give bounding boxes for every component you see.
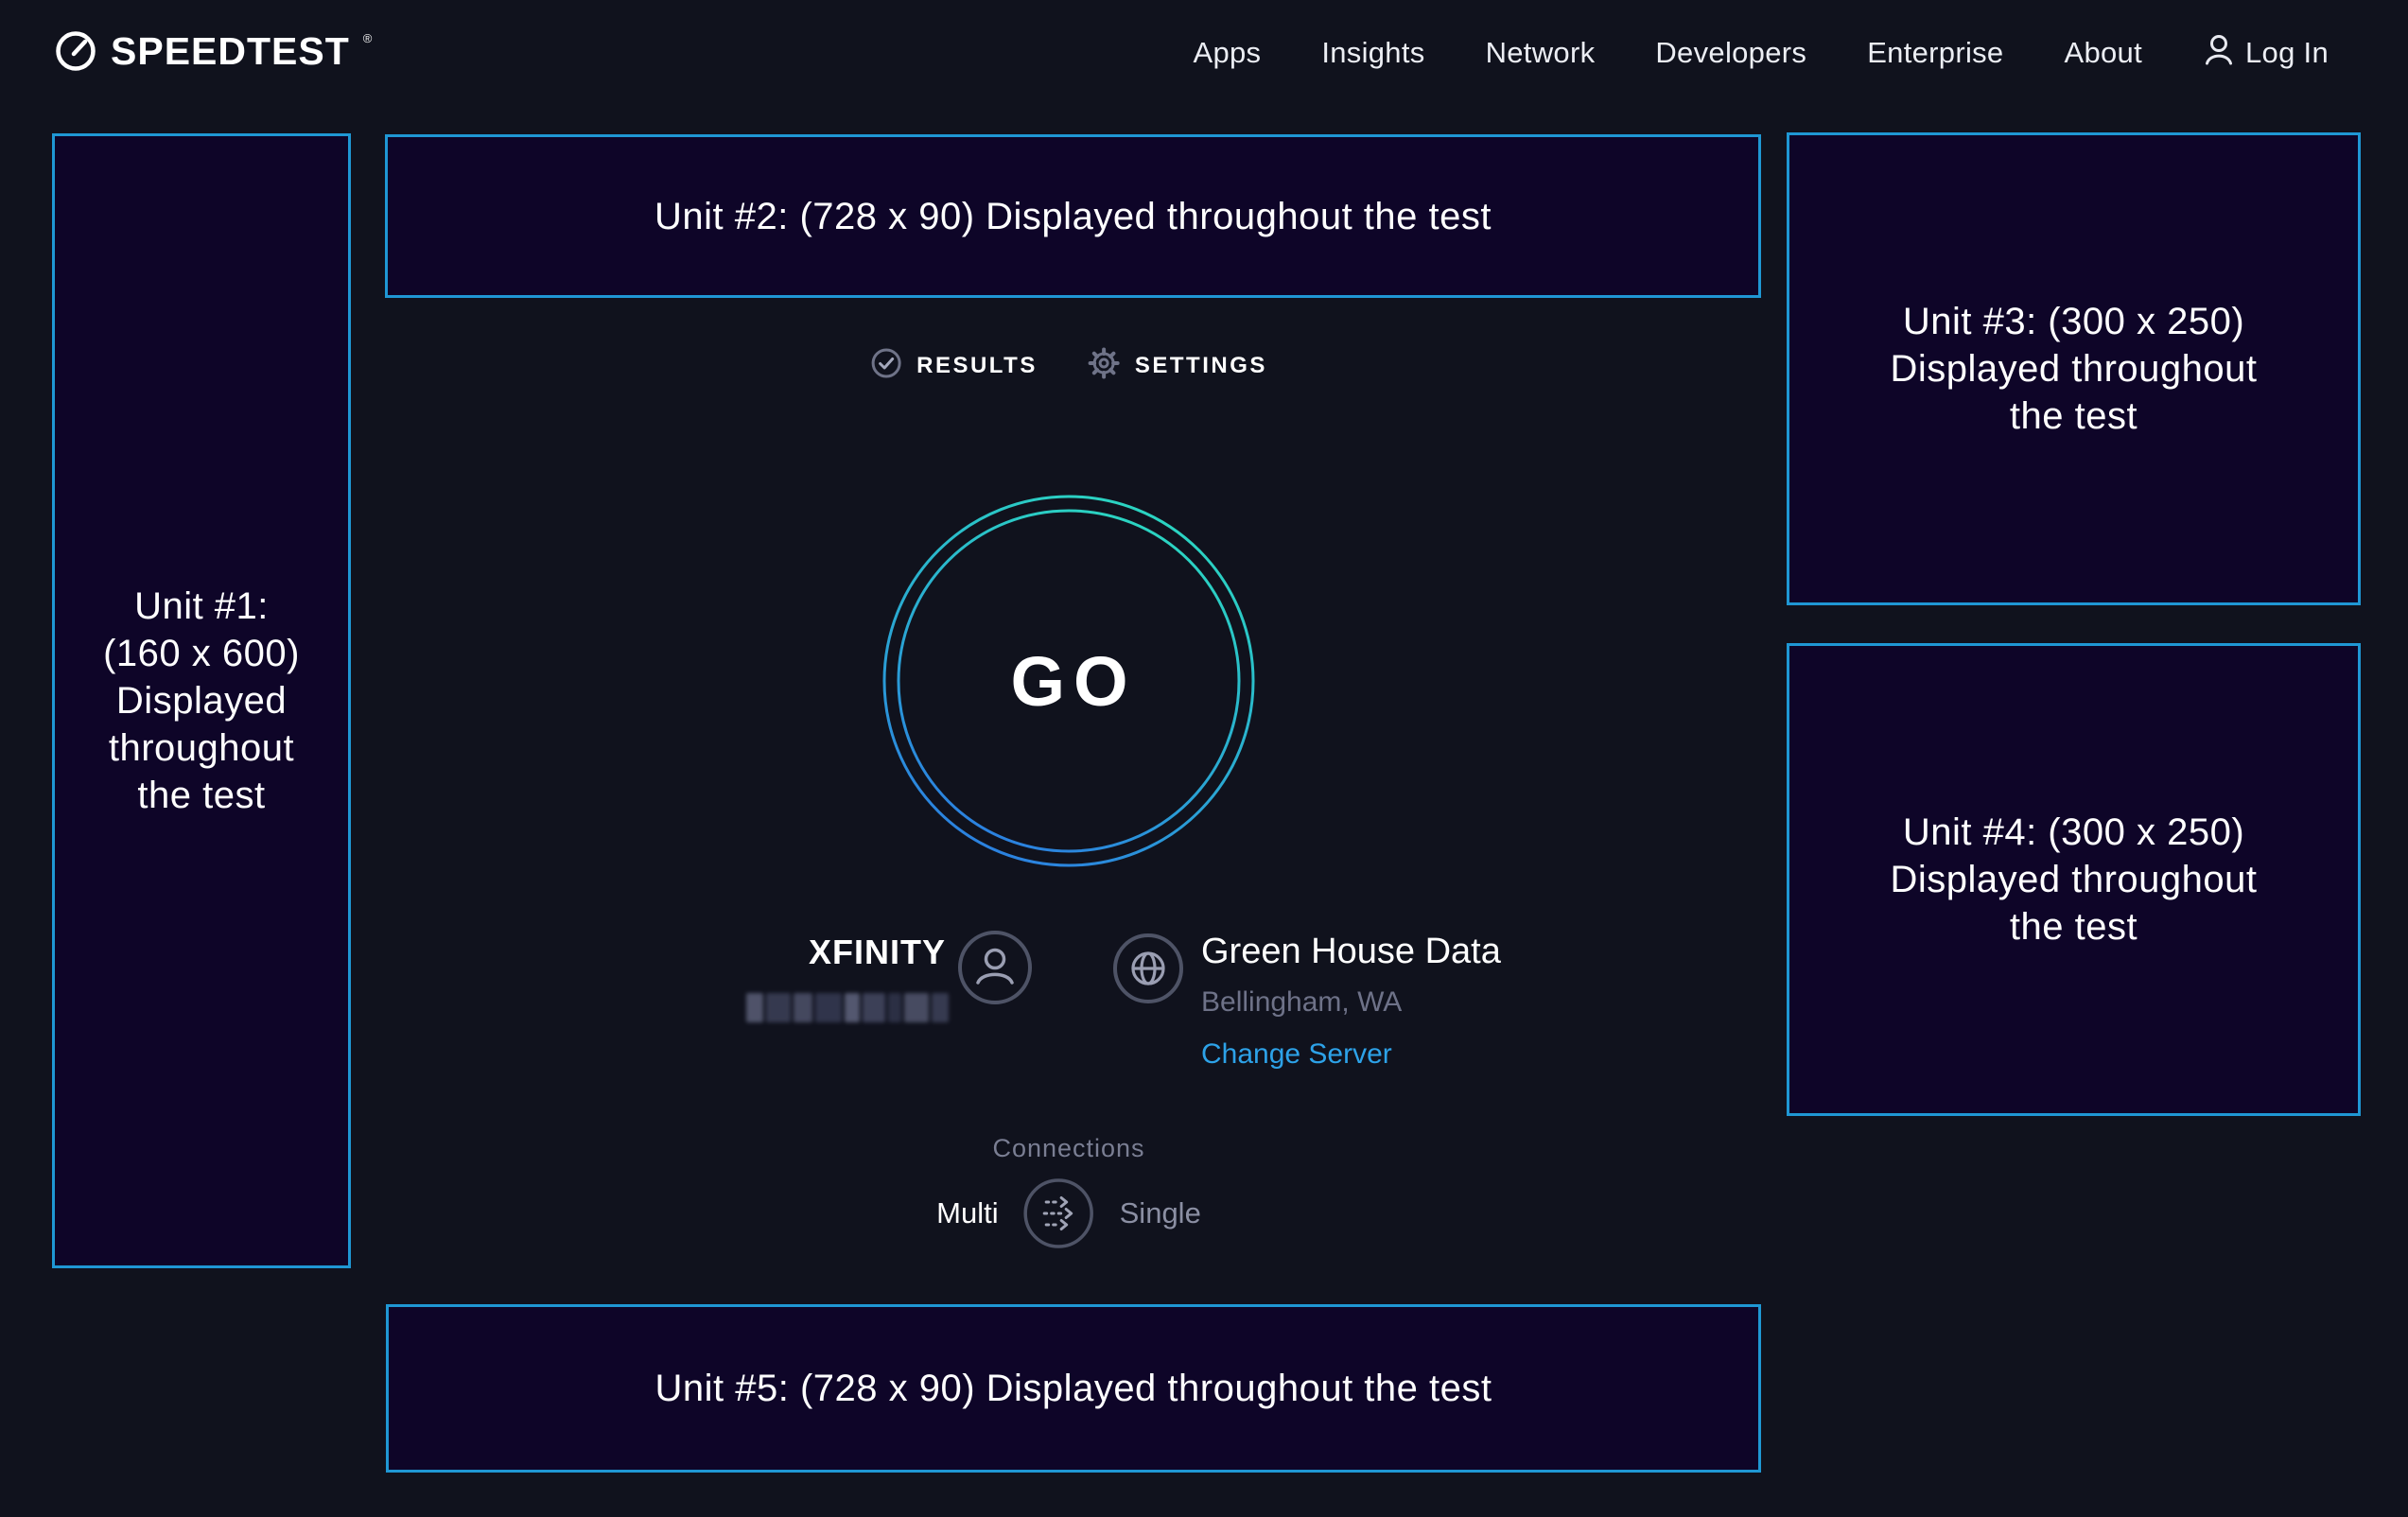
tab-settings-label: SETTINGS [1135, 353, 1267, 379]
nav-insights[interactable]: Insights [1321, 36, 1424, 70]
ad-unit-1-line: Unit #1: [134, 583, 269, 630]
top-nav: SPEEDTEST ® Apps Insights Network Develo… [0, 0, 2408, 106]
nav-login-label: Log In [2245, 36, 2329, 70]
ad-unit-4-line: Displayed throughout [1890, 856, 2257, 903]
server-info: Green House Data Bellingham, WA Change S… [1201, 931, 1501, 1071]
ad-unit-1-placeholder: Unit #1: (160 x 600) Displayed throughou… [52, 133, 351, 1268]
ad-unit-1-line: throughout [109, 724, 294, 772]
isp-name: XFINITY [809, 933, 946, 972]
gear-icon [1087, 346, 1121, 385]
ad-unit-5-text: Unit #5: (728 x 90) Displayed throughout… [654, 1365, 1492, 1412]
server-globe-icon [1112, 933, 1184, 1009]
nav-apps[interactable]: Apps [1193, 36, 1261, 70]
tab-results[interactable]: RESULTS [870, 347, 1038, 384]
ad-unit-2-placeholder: Unit #2: (728 x 90) Displayed throughout… [385, 134, 1761, 298]
ad-unit-4-line: Unit #4: (300 x 250) [1903, 809, 2244, 856]
ad-unit-4-line: the test [2010, 903, 2138, 950]
ad-unit-3-line: the test [2010, 392, 2138, 440]
nav-about[interactable]: About [2064, 36, 2142, 70]
ad-unit-1-line: (160 x 600) [103, 630, 300, 677]
ad-unit-2-text: Unit #2: (728 x 90) Displayed throughout… [654, 193, 1492, 240]
tab-bar: RESULTS [870, 346, 1267, 385]
main-nav: Apps Insights Network Developers Enterpr… [1193, 31, 2329, 75]
go-button-label: GO [880, 492, 1258, 870]
nav-login[interactable]: Log In [2203, 31, 2329, 75]
tab-results-label: RESULTS [916, 353, 1038, 379]
connections-toggle-icon[interactable] [1023, 1177, 1095, 1249]
nav-network[interactable]: Network [1486, 36, 1596, 70]
ad-unit-1-line: Displayed [116, 677, 287, 724]
connections-single-option[interactable]: Single [1120, 1196, 1201, 1230]
logo-wordmark: SPEEDTEST [111, 28, 350, 74]
isp-user-icon [957, 930, 1033, 1010]
nav-developers[interactable]: Developers [1655, 36, 1806, 70]
server-location: Bellingham, WA [1201, 986, 1501, 1019]
user-icon [2203, 31, 2235, 75]
trademark-symbol: ® [363, 32, 373, 44]
speedtest-page: SPEEDTEST ® Apps Insights Network Develo… [0, 0, 2408, 1517]
tab-settings[interactable]: SETTINGS [1087, 346, 1267, 385]
ad-unit-4-placeholder: Unit #4: (300 x 250) Displayed throughou… [1787, 643, 2361, 1116]
speedtest-logo[interactable]: SPEEDTEST ® [54, 28, 372, 78]
connections-label: Connections [992, 1134, 1144, 1163]
nav-enterprise[interactable]: Enterprise [1867, 36, 2003, 70]
ad-unit-3-line: Displayed throughout [1890, 345, 2257, 392]
ad-unit-1-line: the test [137, 772, 265, 819]
server-name: Green House Data [1201, 931, 1501, 972]
change-server-link[interactable]: Change Server [1201, 1038, 1392, 1071]
ad-unit-3-placeholder: Unit #3: (300 x 250) Displayed throughou… [1787, 132, 2361, 605]
speedometer-logo-icon [54, 28, 97, 78]
connections-multi-option[interactable]: Multi [936, 1196, 998, 1230]
go-button[interactable]: GO [880, 492, 1258, 870]
isp-details-redacted [746, 993, 949, 1022]
check-circle-icon [870, 347, 902, 384]
ad-unit-5-placeholder: Unit #5: (728 x 90) Displayed throughout… [386, 1304, 1761, 1473]
connections-toggle-group: Multi Single [936, 1177, 1201, 1249]
ad-unit-3-line: Unit #3: (300 x 250) [1903, 298, 2244, 345]
